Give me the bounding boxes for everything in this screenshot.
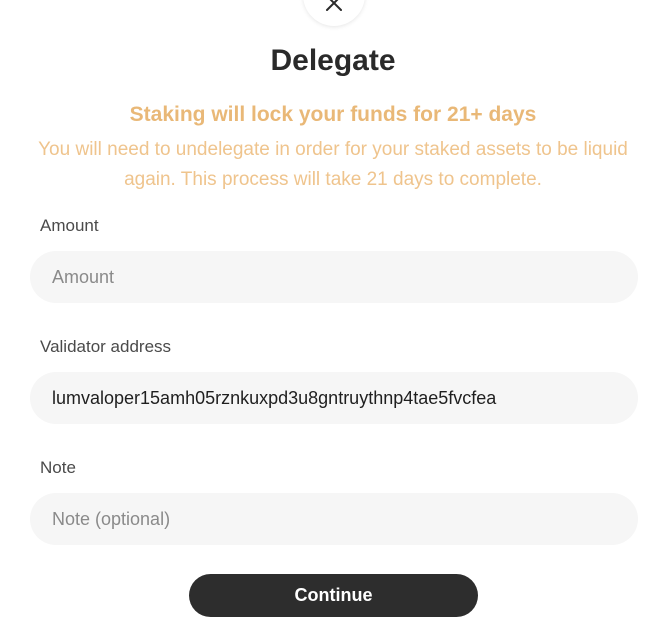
note-label: Note: [40, 458, 76, 477]
amount-label: Amount: [40, 216, 99, 235]
note-input[interactable]: [52, 508, 616, 530]
warning-title: Staking will lock your funds for 21+ day…: [129, 103, 537, 126]
validator-address-input[interactable]: [52, 387, 616, 409]
note-field-wrapper: [30, 493, 638, 545]
close-icon: [326, 0, 342, 11]
amount-input[interactable]: [52, 266, 616, 288]
continue-button[interactable]: Continue: [189, 574, 478, 617]
close-button[interactable]: [303, 0, 365, 26]
warning-text: You will need to undelegate in order for…: [38, 139, 628, 190]
validator-address-label: Validator address: [40, 337, 172, 356]
amount-field-wrapper: [30, 251, 638, 303]
modal-title: Delegate: [270, 44, 396, 77]
validator-address-field-wrapper: [30, 372, 638, 424]
